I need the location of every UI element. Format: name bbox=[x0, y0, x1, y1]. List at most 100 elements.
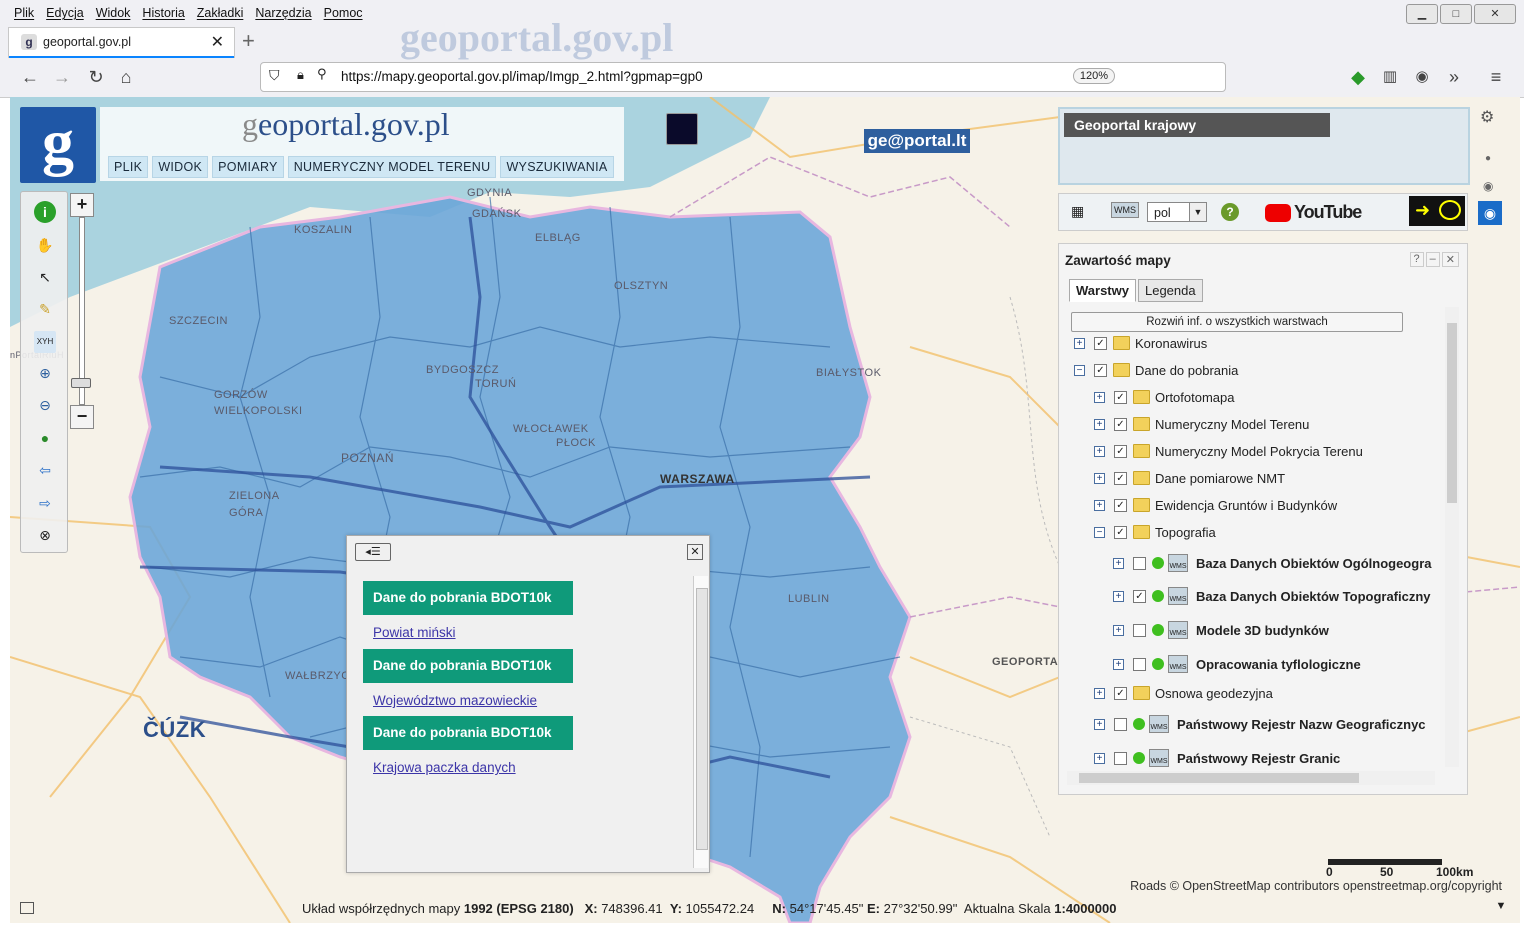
info-icon[interactable]: i bbox=[34, 201, 56, 223]
zoom-slider-track[interactable] bbox=[79, 217, 85, 405]
expand-icon[interactable]: + bbox=[1094, 391, 1105, 403]
scroll-thumb[interactable] bbox=[1447, 323, 1457, 503]
menu-wyszukiwania[interactable]: WYSZUKIWANIA bbox=[500, 156, 614, 178]
minimize-icon[interactable]: ▁ bbox=[1406, 4, 1438, 24]
menu-plik[interactable]: Plik bbox=[8, 4, 40, 24]
zoom-out-icon[interactable]: ⊖ bbox=[34, 394, 56, 416]
layer-row[interactable]: − ✓ Topografia bbox=[1094, 521, 1216, 543]
layer-row[interactable]: − ✓ Dane do pobrania bbox=[1074, 359, 1238, 381]
url-text[interactable]: https://mapy.geoportal.gov.pl/imap/Imgp_… bbox=[341, 69, 703, 84]
clear-icon[interactable]: ⊗ bbox=[34, 524, 56, 546]
previous-view-icon[interactable]: ⇦ bbox=[34, 459, 56, 481]
layer-row[interactable]: + WMS Modele 3D budynków bbox=[1113, 619, 1329, 641]
accessibility-button[interactable]: ➜ bbox=[1409, 196, 1465, 226]
expand-icon[interactable]: + bbox=[1094, 418, 1105, 430]
account-icon[interactable]: ◉ bbox=[1410, 65, 1434, 89]
dot-icon[interactable]: ● bbox=[1485, 153, 1491, 164]
expand-icon[interactable]: + bbox=[1094, 718, 1105, 730]
expand-icon[interactable]: + bbox=[1094, 472, 1105, 484]
download-bdot10k-button[interactable]: Dane do pobrania BDOT10k bbox=[363, 716, 573, 750]
layer-row[interactable]: + ✓ Numeryczny Model Terenu bbox=[1094, 413, 1309, 435]
expand-icon[interactable]: + bbox=[1094, 445, 1105, 457]
extension-icon[interactable]: ◆ bbox=[1346, 65, 1370, 89]
layer-checkbox[interactable]: ✓ bbox=[1094, 336, 1107, 350]
pencil-icon[interactable]: ✎ bbox=[34, 298, 56, 320]
layer-checkbox[interactable]: ✓ bbox=[1133, 589, 1146, 603]
eye-small-icon[interactable]: ◉ bbox=[1483, 179, 1493, 193]
lock-icon[interactable]: 🔒︎ bbox=[297, 67, 304, 83]
maximize-icon[interactable]: □ bbox=[1440, 4, 1472, 24]
grid-icon[interactable]: ▦ bbox=[1071, 203, 1084, 220]
layer-row[interactable]: + ✓ Koronawirus bbox=[1074, 332, 1207, 354]
wms-add-icon[interactable]: WMS bbox=[1111, 202, 1139, 218]
reload-icon[interactable]: ↻ bbox=[84, 65, 108, 89]
menu-narzedzia[interactable]: Narzędzia bbox=[249, 4, 317, 24]
layer-row[interactable]: + WMS Opracowania tyflologiczne bbox=[1113, 653, 1361, 675]
hamburger-menu-icon[interactable]: ≡ bbox=[1484, 65, 1508, 89]
popup-close-icon[interactable]: ✕ bbox=[687, 544, 703, 560]
close-window-icon[interactable]: ✕ bbox=[1474, 4, 1516, 24]
menu-nmt[interactable]: NUMERYCZNY MODEL TERENU bbox=[287, 156, 497, 178]
panel-minimize-icon[interactable]: – bbox=[1425, 252, 1440, 267]
view-toggle-icon[interactable]: ◉ bbox=[1478, 201, 1502, 225]
zoom-minus-button[interactable]: − bbox=[70, 405, 94, 429]
geoportal-logo[interactable]: g bbox=[20, 107, 96, 183]
layer-row[interactable]: + ✓ WMS Baza Danych Obiektów Topograficzny bbox=[1113, 585, 1431, 607]
panel-close-icon[interactable]: ✕ bbox=[1441, 252, 1459, 267]
download-link-powiat[interactable]: Powiat miński bbox=[373, 625, 456, 640]
help-icon[interactable]: ? bbox=[1221, 203, 1239, 221]
permissions-icon[interactable]: ⚲ bbox=[317, 66, 327, 82]
horizontal-scrollbar[interactable] bbox=[1067, 771, 1435, 785]
download-bdot10k-button[interactable]: Dane do pobrania BDOT10k bbox=[363, 649, 573, 683]
download-bdot10k-button[interactable]: Dane do pobrania BDOT10k bbox=[363, 581, 573, 615]
expand-all-button[interactable]: Rozwiń inf. o wszystkich warstwach bbox=[1071, 312, 1403, 332]
download-link-wojewodztwo[interactable]: Województwo mazowieckie bbox=[373, 693, 537, 708]
popup-list-icon[interactable]: ◂☰ bbox=[355, 543, 391, 561]
popup-scrollbar[interactable] bbox=[693, 576, 708, 868]
layer-row[interactable]: + ✓ Osnowa geodezyjna bbox=[1094, 682, 1273, 704]
menu-pomiary[interactable]: POMIARY bbox=[212, 156, 284, 178]
overflow-icon[interactable]: » bbox=[1442, 65, 1466, 89]
menu-zakladki[interactable]: Zakładki bbox=[191, 4, 250, 24]
scroll-thumb-horizontal[interactable] bbox=[1079, 773, 1359, 783]
expand-icon[interactable]: + bbox=[1094, 687, 1105, 699]
layer-row[interactable]: + ✓ Dane pomiarowe NMT bbox=[1094, 467, 1285, 489]
geoportal-lt-logo[interactable]: ge@portal.lt bbox=[864, 129, 970, 153]
menu-pomoc[interactable]: Pomoc bbox=[318, 4, 369, 24]
download-link-krajowa[interactable]: Krajowa paczka danych bbox=[373, 760, 516, 775]
settings-gear-icon[interactable]: ⚙ bbox=[1480, 107, 1494, 127]
layer-checkbox[interactable]: ✓ bbox=[1114, 417, 1127, 431]
expand-icon[interactable]: + bbox=[1113, 590, 1124, 602]
menu-widok-app[interactable]: WIDOK bbox=[152, 156, 209, 178]
sidebar-icon[interactable]: ▥ bbox=[1378, 65, 1402, 89]
layer-checkbox[interactable]: ✓ bbox=[1114, 498, 1127, 512]
full-extent-globe-icon[interactable]: ● bbox=[34, 427, 56, 449]
expand-icon[interactable]: + bbox=[1074, 337, 1085, 349]
expand-icon[interactable]: + bbox=[1113, 624, 1124, 636]
select-arrow-icon[interactable]: ↖ bbox=[34, 266, 56, 288]
chevron-down-icon[interactable]: ▼ bbox=[1189, 202, 1207, 222]
home-icon[interactable]: ⌂ bbox=[114, 65, 138, 89]
zoom-level[interactable]: 120% bbox=[1072, 68, 1115, 84]
zoom-in-icon[interactable]: ⊕ bbox=[34, 362, 56, 384]
back-icon[interactable]: ← bbox=[18, 65, 42, 89]
expand-icon[interactable]: + bbox=[1113, 557, 1124, 569]
layer-row[interactable]: + ✓ Ortofotomapa bbox=[1094, 386, 1235, 408]
layer-row[interactable]: + WMS Państwowy Rejestr Granic bbox=[1094, 747, 1340, 769]
globe-icon[interactable] bbox=[666, 113, 698, 145]
layer-checkbox[interactable]: ✓ bbox=[1094, 363, 1107, 377]
layer-checkbox[interactable] bbox=[1133, 657, 1146, 671]
layer-row[interactable]: + ✓ Ewidencja Gruntów i Budynków bbox=[1094, 494, 1337, 516]
menu-widok[interactable]: Widok bbox=[90, 4, 137, 24]
popup-scroll-thumb[interactable] bbox=[696, 588, 708, 850]
layer-row[interactable]: + WMS Państwowy Rejestr Nazw Geograficznyc bbox=[1094, 713, 1426, 735]
tab-warstwy[interactable]: Warstwy bbox=[1069, 279, 1136, 302]
forward-icon[interactable]: → bbox=[50, 65, 74, 89]
expand-icon[interactable]: + bbox=[1094, 752, 1105, 764]
layer-checkbox[interactable]: ✓ bbox=[1114, 525, 1127, 539]
new-tab-icon[interactable]: + bbox=[242, 28, 255, 54]
expand-icon[interactable]: + bbox=[1094, 499, 1105, 511]
layer-checkbox[interactable]: ✓ bbox=[1114, 471, 1127, 485]
collapse-icon[interactable]: − bbox=[1074, 364, 1085, 376]
zoom-plus-button[interactable]: + bbox=[70, 193, 94, 217]
